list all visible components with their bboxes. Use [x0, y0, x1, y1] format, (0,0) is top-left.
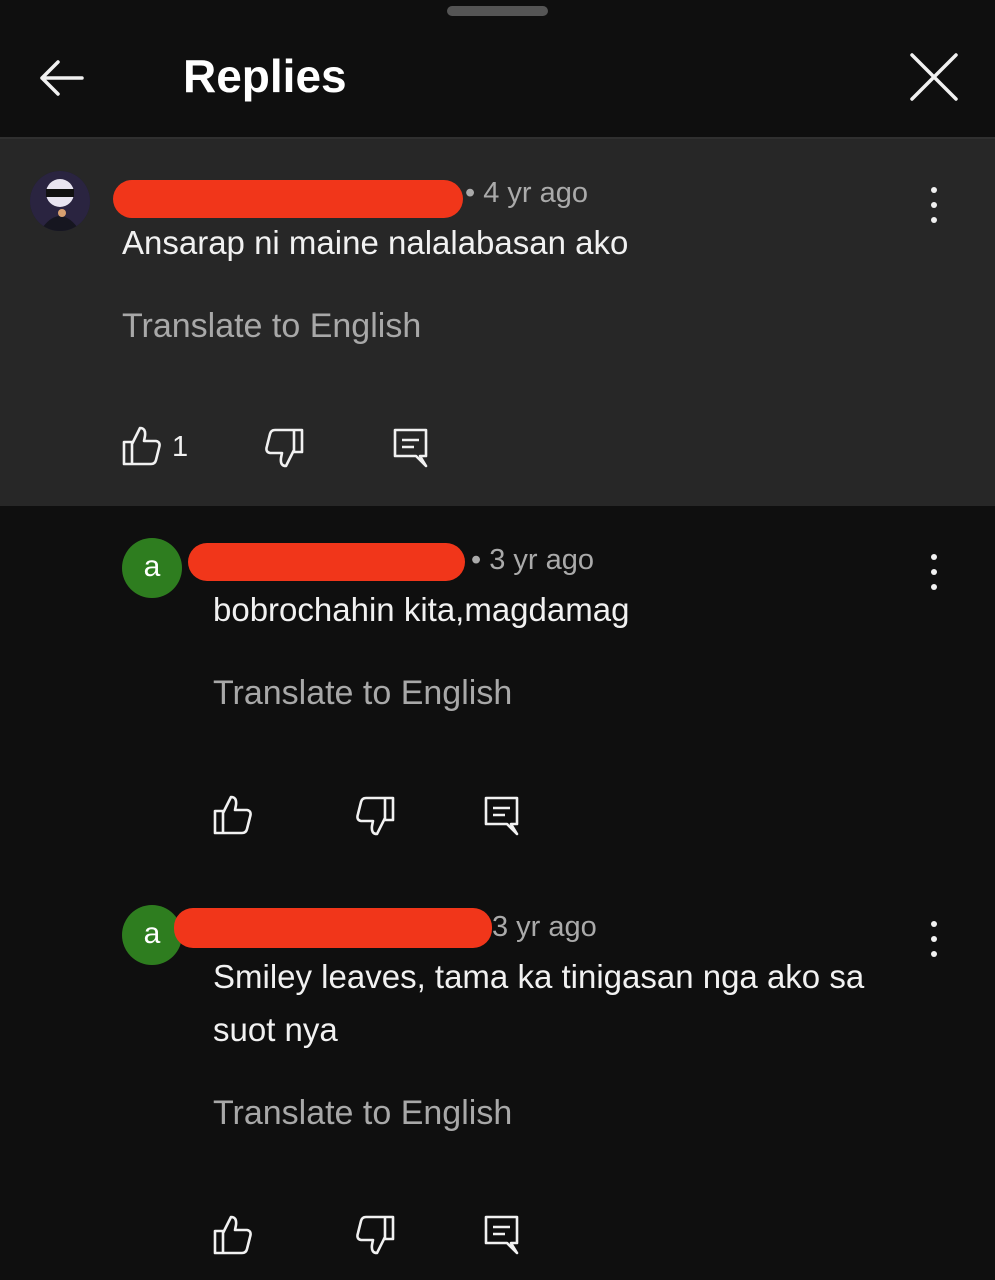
thumb-up-icon[interactable] — [211, 1213, 255, 1257]
more-vert-icon[interactable] — [919, 185, 949, 225]
header: Replies — [0, 0, 995, 139]
back-arrow-icon[interactable] — [32, 48, 92, 108]
reply-icon[interactable] — [481, 1213, 525, 1257]
drag-handle[interactable] — [447, 6, 548, 16]
parent-comment: • 4 yr ago Ansarap ni maine nalalabasan … — [0, 139, 995, 506]
like-count: 1 — [172, 431, 189, 463]
thumb-up-icon[interactable] — [120, 424, 164, 468]
thumb-down-icon[interactable] — [353, 1213, 397, 1257]
reply-comment: a 3 yr ago Smiley leaves, tama ka tiniga… — [0, 873, 995, 1280]
close-icon[interactable] — [902, 48, 966, 108]
reply-icon[interactable] — [481, 794, 525, 838]
translate-link[interactable]: Translate to English — [213, 1093, 512, 1133]
comment-text: Ansarap ni maine nalalabasan ako — [122, 224, 629, 261]
reply-icon[interactable] — [390, 426, 434, 470]
comment-timestamp: • 4 yr ago — [465, 177, 589, 209]
avatar[interactable]: a — [122, 905, 182, 965]
redacted-username — [188, 543, 465, 581]
avatar[interactable] — [30, 171, 90, 231]
page-title: Replies — [183, 50, 347, 102]
avatar[interactable]: a — [122, 538, 182, 598]
comment-timestamp: 3 yr ago — [492, 911, 597, 943]
redacted-username — [174, 908, 492, 948]
translate-link[interactable]: Translate to English — [213, 673, 512, 713]
comment-text: bobrochahin kita,magdamag — [213, 591, 630, 628]
thumb-down-icon[interactable] — [262, 426, 306, 470]
comment-timestamp: • 3 yr ago — [471, 544, 595, 576]
translate-link[interactable]: Translate to English — [122, 306, 421, 346]
thumb-down-icon[interactable] — [353, 794, 397, 838]
more-vert-icon[interactable] — [919, 552, 949, 592]
comment-text: Smiley leaves, tama ka tinigasan nga ako… — [213, 958, 865, 1048]
reply-comment: a • 3 yr ago bobrochahin kita,magdamag T… — [0, 506, 995, 873]
redacted-username — [113, 180, 463, 218]
thumb-up-icon[interactable] — [211, 793, 255, 837]
